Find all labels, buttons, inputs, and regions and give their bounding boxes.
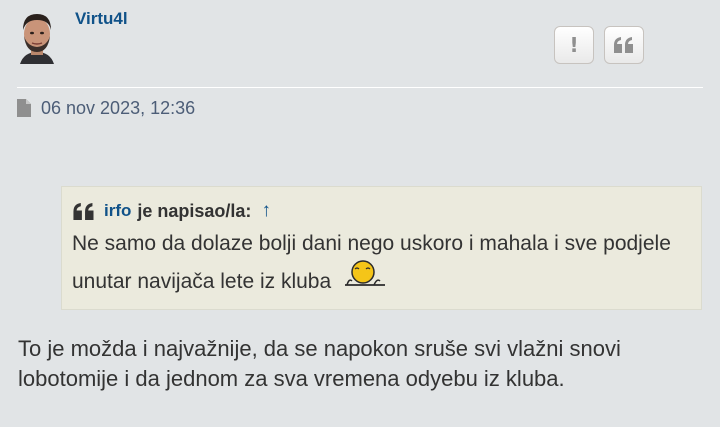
waving-smiley-icon — [343, 258, 387, 301]
post-meta: 06 nov 2023, 12:36 — [17, 97, 195, 119]
file-icon — [17, 99, 31, 117]
report-icon: ! — [569, 33, 579, 57]
post-divider — [17, 87, 703, 88]
quote-mark-icon — [73, 202, 94, 220]
quote-author-link[interactable]: irfo — [104, 201, 131, 221]
post-date: 06 nov 2023, 12:36 — [41, 97, 196, 118]
quote-header: irfo je napisao/la: ↑ — [72, 199, 271, 223]
quote-text: Ne samo da dolaze bolji dani nego uskoro… — [72, 225, 688, 301]
avatar-image — [20, 14, 54, 64]
report-button[interactable]: ! — [554, 26, 594, 64]
avatar[interactable] — [14, 8, 60, 64]
quote-block: irfo je napisao/la: ↑ Ne samo da dolaze … — [61, 186, 702, 310]
quote-icon — [614, 37, 633, 53]
quote-button[interactable] — [604, 26, 644, 64]
quote-jump-arrow-icon[interactable]: ↑ — [261, 200, 271, 222]
post-body: To je možda i najvažnije, da se napokon … — [18, 336, 621, 391]
quote-wrote-label: je napisao/la: — [137, 200, 252, 221]
post-author-link[interactable]: Virtu4l — [75, 9, 128, 29]
